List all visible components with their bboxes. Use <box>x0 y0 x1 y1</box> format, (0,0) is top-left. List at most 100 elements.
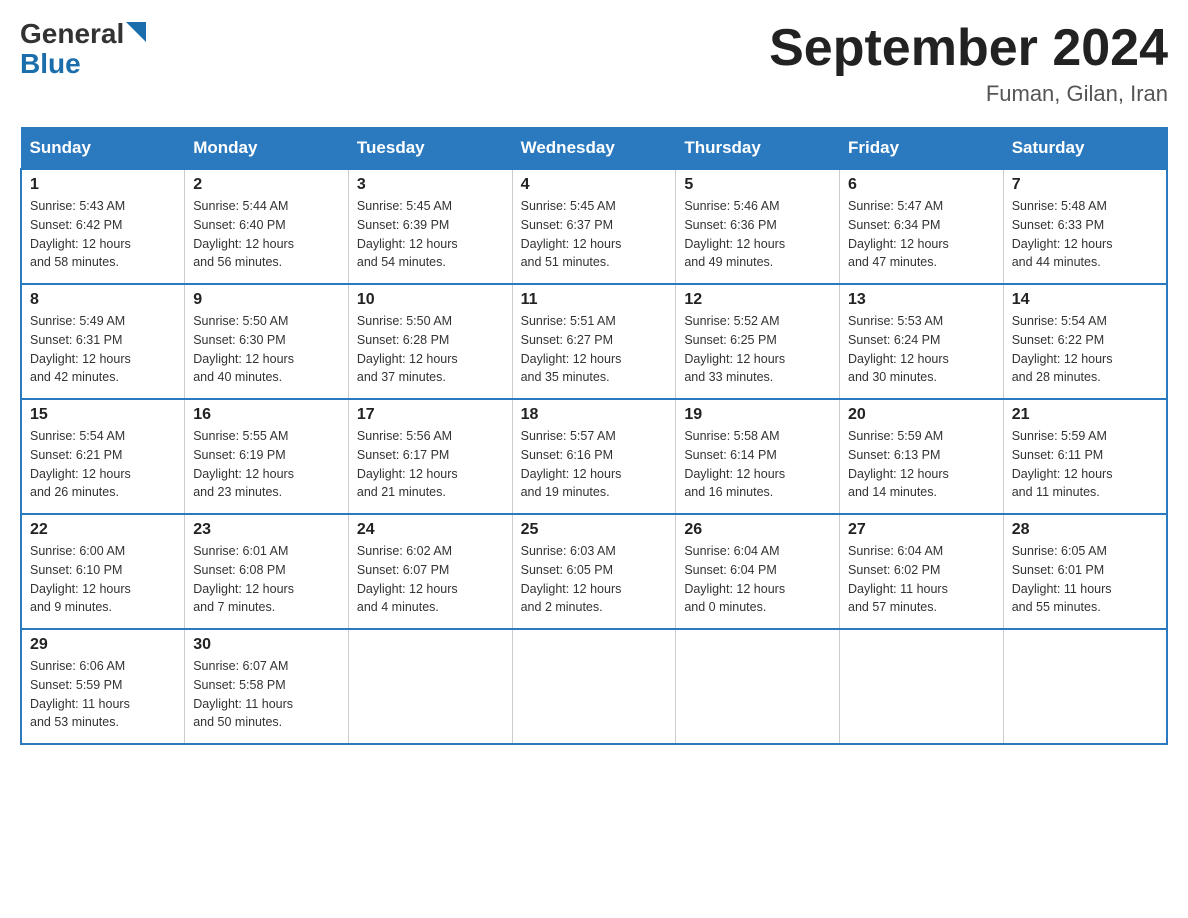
day-info: Sunrise: 5:58 AMSunset: 6:14 PMDaylight:… <box>684 427 831 502</box>
day-info: Sunrise: 5:59 AMSunset: 6:13 PMDaylight:… <box>848 427 995 502</box>
day-info: Sunrise: 5:48 AMSunset: 6:33 PMDaylight:… <box>1012 197 1158 272</box>
calendar-cell: 25 Sunrise: 6:03 AMSunset: 6:05 PMDayligh… <box>512 514 676 629</box>
day-info: Sunrise: 5:46 AMSunset: 6:36 PMDaylight:… <box>684 197 831 272</box>
day-number: 16 <box>193 406 340 424</box>
day-number: 3 <box>357 176 504 194</box>
week-row-5: 29 Sunrise: 6:06 AMSunset: 5:59 PMDayligh… <box>21 629 1167 744</box>
calendar-cell: 12 Sunrise: 5:52 AMSunset: 6:25 PMDayligh… <box>676 284 840 399</box>
day-info: Sunrise: 5:56 AMSunset: 6:17 PMDaylight:… <box>357 427 504 502</box>
calendar-cell: 15 Sunrise: 5:54 AMSunset: 6:21 PMDayligh… <box>21 399 185 514</box>
day-info: Sunrise: 6:07 AMSunset: 5:58 PMDaylight:… <box>193 657 340 732</box>
calendar-cell: 8 Sunrise: 5:49 AMSunset: 6:31 PMDaylight… <box>21 284 185 399</box>
calendar-cell: 18 Sunrise: 5:57 AMSunset: 6:16 PMDayligh… <box>512 399 676 514</box>
month-title: September 2024 <box>769 20 1168 77</box>
calendar-header: SundayMondayTuesdayWednesdayThursdayFrid… <box>21 128 1167 170</box>
logo: General Blue <box>20 20 154 78</box>
logo-general-text: General <box>20 20 154 50</box>
week-row-4: 22 Sunrise: 6:00 AMSunset: 6:10 PMDayligh… <box>21 514 1167 629</box>
day-info: Sunrise: 5:52 AMSunset: 6:25 PMDaylight:… <box>684 312 831 387</box>
calendar-cell <box>676 629 840 744</box>
day-number: 26 <box>684 521 831 539</box>
calendar-cell: 29 Sunrise: 6:06 AMSunset: 5:59 PMDayligh… <box>21 629 185 744</box>
day-number: 5 <box>684 176 831 194</box>
day-info: Sunrise: 5:45 AMSunset: 6:37 PMDaylight:… <box>521 197 668 272</box>
day-number: 19 <box>684 406 831 424</box>
calendar-cell: 10 Sunrise: 5:50 AMSunset: 6:28 PMDayligh… <box>348 284 512 399</box>
day-info: Sunrise: 5:45 AMSunset: 6:39 PMDaylight:… <box>357 197 504 272</box>
day-info: Sunrise: 6:00 AMSunset: 6:10 PMDaylight:… <box>30 542 176 617</box>
calendar-cell: 11 Sunrise: 5:51 AMSunset: 6:27 PMDayligh… <box>512 284 676 399</box>
day-number: 18 <box>521 406 668 424</box>
calendar-cell: 7 Sunrise: 5:48 AMSunset: 6:33 PMDaylight… <box>1003 169 1167 284</box>
day-number: 14 <box>1012 291 1158 309</box>
day-number: 8 <box>30 291 176 309</box>
title-block: September 2024 Fuman, Gilan, Iran <box>769 20 1168 107</box>
day-number: 7 <box>1012 176 1158 194</box>
day-number: 2 <box>193 176 340 194</box>
day-info: Sunrise: 5:55 AMSunset: 6:19 PMDaylight:… <box>193 427 340 502</box>
day-number: 11 <box>521 291 668 309</box>
day-info: Sunrise: 6:04 AMSunset: 6:02 PMDaylight:… <box>848 542 995 617</box>
day-number: 10 <box>357 291 504 309</box>
day-info: Sunrise: 6:03 AMSunset: 6:05 PMDaylight:… <box>521 542 668 617</box>
calendar-cell: 20 Sunrise: 5:59 AMSunset: 6:13 PMDayligh… <box>840 399 1004 514</box>
calendar-cell: 6 Sunrise: 5:47 AMSunset: 6:34 PMDaylight… <box>840 169 1004 284</box>
logo-blue-text: Blue <box>20 50 81 78</box>
day-info: Sunrise: 5:50 AMSunset: 6:28 PMDaylight:… <box>357 312 504 387</box>
day-number: 17 <box>357 406 504 424</box>
day-number: 22 <box>30 521 176 539</box>
calendar-cell: 16 Sunrise: 5:55 AMSunset: 6:19 PMDayligh… <box>185 399 349 514</box>
day-number: 20 <box>848 406 995 424</box>
day-info: Sunrise: 6:06 AMSunset: 5:59 PMDaylight:… <box>30 657 176 732</box>
calendar-cell: 30Sunrise: 6:07 AMSunset: 5:58 PMDayligh… <box>185 629 349 744</box>
calendar-cell: 13Sunrise: 5:53 AMSunset: 6:24 PMDayligh… <box>840 284 1004 399</box>
calendar-cell <box>840 629 1004 744</box>
day-number: 12 <box>684 291 831 309</box>
day-number: 25 <box>521 521 668 539</box>
day-number: 28 <box>1012 521 1158 539</box>
calendar-cell: 5 Sunrise: 5:46 AMSunset: 6:36 PMDaylight… <box>676 169 840 284</box>
weekday-header-friday: Friday <box>840 128 1004 170</box>
weekday-header-saturday: Saturday <box>1003 128 1167 170</box>
weekday-header-tuesday: Tuesday <box>348 128 512 170</box>
calendar-cell: 3 Sunrise: 5:45 AMSunset: 6:39 PMDaylight… <box>348 169 512 284</box>
day-info: Sunrise: 6:05 AMSunset: 6:01 PMDaylight:… <box>1012 542 1158 617</box>
calendar-cell: 2 Sunrise: 5:44 AMSunset: 6:40 PMDaylight… <box>185 169 349 284</box>
day-number: 29 <box>30 636 176 654</box>
calendar-cell: 27 Sunrise: 6:04 AMSunset: 6:02 PMDayligh… <box>840 514 1004 629</box>
weekday-header-monday: Monday <box>185 128 349 170</box>
day-number: 24 <box>357 521 504 539</box>
day-info: Sunrise: 5:44 AMSunset: 6:40 PMDaylight:… <box>193 197 340 272</box>
calendar-cell: 17 Sunrise: 5:56 AMSunset: 6:17 PMDayligh… <box>348 399 512 514</box>
calendar-cell: 1 Sunrise: 5:43 AMSunset: 6:42 PMDaylight… <box>21 169 185 284</box>
logo-arrow-icon <box>126 22 154 50</box>
calendar-cell: 9Sunrise: 5:50 AMSunset: 6:30 PMDaylight… <box>185 284 349 399</box>
day-info: Sunrise: 5:54 AMSunset: 6:21 PMDaylight:… <box>30 427 176 502</box>
day-info: Sunrise: 5:49 AMSunset: 6:31 PMDaylight:… <box>30 312 176 387</box>
day-number: 1 <box>30 176 176 194</box>
day-number: 4 <box>521 176 668 194</box>
day-info: Sunrise: 5:51 AMSunset: 6:27 PMDaylight:… <box>521 312 668 387</box>
calendar-body: 1 Sunrise: 5:43 AMSunset: 6:42 PMDaylight… <box>21 169 1167 744</box>
day-info: Sunrise: 5:50 AMSunset: 6:30 PMDaylight:… <box>193 312 340 387</box>
day-number: 13 <box>848 291 995 309</box>
day-info: Sunrise: 5:57 AMSunset: 6:16 PMDaylight:… <box>521 427 668 502</box>
day-info: Sunrise: 5:47 AMSunset: 6:34 PMDaylight:… <box>848 197 995 272</box>
calendar-cell: 14 Sunrise: 5:54 AMSunset: 6:22 PMDayligh… <box>1003 284 1167 399</box>
weekday-header-wednesday: Wednesday <box>512 128 676 170</box>
calendar-cell: 24 Sunrise: 6:02 AMSunset: 6:07 PMDayligh… <box>348 514 512 629</box>
day-info: Sunrise: 6:02 AMSunset: 6:07 PMDaylight:… <box>357 542 504 617</box>
calendar-cell: 23Sunrise: 6:01 AMSunset: 6:08 PMDayligh… <box>185 514 349 629</box>
day-number: 27 <box>848 521 995 539</box>
weekday-header-row: SundayMondayTuesdayWednesdayThursdayFrid… <box>21 128 1167 170</box>
calendar-cell: 22 Sunrise: 6:00 AMSunset: 6:10 PMDayligh… <box>21 514 185 629</box>
calendar-cell <box>1003 629 1167 744</box>
calendar-cell: 19 Sunrise: 5:58 AMSunset: 6:14 PMDayligh… <box>676 399 840 514</box>
day-number: 6 <box>848 176 995 194</box>
day-info: Sunrise: 5:54 AMSunset: 6:22 PMDaylight:… <box>1012 312 1158 387</box>
calendar-cell: 28 Sunrise: 6:05 AMSunset: 6:01 PMDayligh… <box>1003 514 1167 629</box>
day-info: Sunrise: 5:43 AMSunset: 6:42 PMDaylight:… <box>30 197 176 272</box>
day-number: 15 <box>30 406 176 424</box>
weekday-header-sunday: Sunday <box>21 128 185 170</box>
weekday-header-thursday: Thursday <box>676 128 840 170</box>
